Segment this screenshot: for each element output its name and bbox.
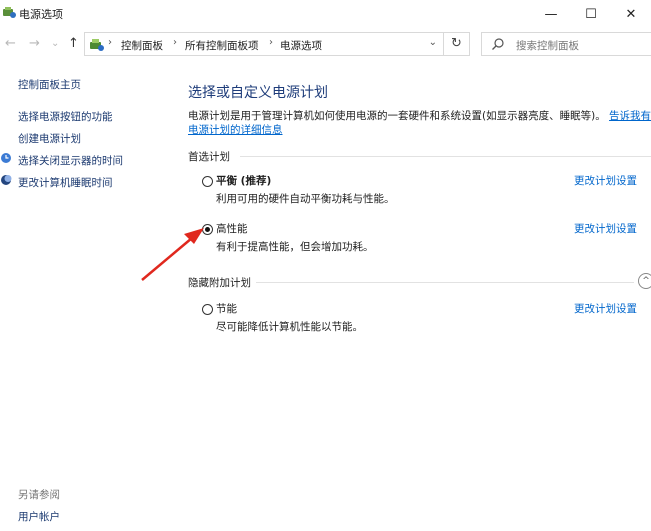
plan-desc-high-performance: 有利于提高性能，但会增加功耗。: [216, 241, 374, 253]
radio-balanced[interactable]: [202, 176, 213, 187]
breadcrumb-separator: ›: [173, 37, 177, 48]
control-panel-icon: [90, 39, 104, 51]
sleep-moon-icon: [1, 175, 12, 185]
address-dropdown-icon[interactable]: ⌄: [429, 37, 437, 48]
window-title: 电源选项: [19, 8, 63, 21]
preferred-plans-label: 首选计划: [188, 151, 230, 163]
title-bar: 电源选项 — ☐ ✕: [0, 0, 651, 28]
forward-button[interactable]: →: [29, 36, 40, 51]
up-button[interactable]: ↑: [68, 36, 79, 51]
page-title: 选择或自定义电源计划: [188, 85, 328, 101]
breadcrumb-separator: ›: [108, 37, 112, 48]
change-settings-balanced[interactable]: 更改计划设置: [574, 173, 637, 188]
page-description: 电源计划是用于管理计算机如何使用电源的一套硬件和系统设置(如显示器亮度、睡眠等)…: [188, 108, 651, 123]
search-box[interactable]: 搜索控制面板: [481, 32, 651, 56]
description-text: 电源计划是用于管理计算机如何使用电源的一套硬件和系统设置(如显示器亮度、睡眠等)…: [188, 110, 606, 122]
breadcrumb-power-options[interactable]: 电源选项: [280, 38, 322, 53]
plan-name-balanced[interactable]: 平衡 (推荐): [216, 173, 271, 188]
change-settings-power-saver[interactable]: 更改计划设置: [574, 301, 637, 316]
sidebar-item-home[interactable]: 控制面板主页: [18, 77, 81, 92]
sidebar-item-sleep-time[interactable]: 更改计算机睡眠时间: [18, 175, 113, 190]
main-content: 选择或自定义电源计划 电源计划是用于管理计算机如何使用电源的一套硬件和系统设置(…: [188, 70, 651, 530]
display-clock-icon: [1, 153, 11, 163]
see-also-label: 另请参阅: [18, 489, 60, 501]
tell-me-more-link[interactable]: 告诉我有关: [609, 110, 651, 122]
group-divider: [240, 156, 651, 157]
breadcrumb-separator: ›: [269, 37, 273, 48]
refresh-button[interactable]: ↻: [444, 32, 470, 56]
collapse-chevron-icon[interactable]: ^: [638, 273, 651, 289]
recent-locations-button[interactable]: ⌄: [51, 38, 59, 49]
radio-high-performance[interactable]: [202, 224, 213, 235]
power-plan-details-link[interactable]: 电源计划的详细信息: [188, 122, 283, 137]
sidebar-item-power-buttons[interactable]: 选择电源按钮的功能: [18, 109, 113, 124]
address-bar[interactable]: › 控制面板 › 所有控制面板项 › 电源选项 ⌄: [84, 32, 444, 56]
breadcrumb-control-panel[interactable]: 控制面板: [121, 38, 163, 53]
sidebar: 控制面板主页 选择电源按钮的功能 创建电源计划 选择关闭显示器的时间 更改计算机…: [0, 70, 175, 530]
maximize-button[interactable]: ☐: [571, 0, 611, 28]
plan-desc-power-saver: 尽可能降低计算机性能以节能。: [216, 321, 363, 333]
plan-desc-balanced: 利用可用的硬件自动平衡功耗与性能。: [216, 193, 395, 205]
close-button[interactable]: ✕: [611, 0, 651, 28]
sidebar-item-create-plan[interactable]: 创建电源计划: [18, 131, 81, 146]
user-accounts-link[interactable]: 用户帐户: [18, 509, 60, 524]
minimize-button[interactable]: —: [531, 0, 571, 28]
back-button[interactable]: ←: [5, 36, 16, 51]
plan-name-high-performance[interactable]: 高性能: [216, 221, 248, 236]
navigation-bar: ← → ⌄ ↑ › 控制面板 › 所有控制面板项 › 电源选项 ⌄ ↻ 搜索控制…: [0, 30, 651, 60]
search-placeholder: 搜索控制面板: [516, 40, 579, 52]
change-settings-high-performance[interactable]: 更改计划设置: [574, 221, 637, 236]
plan-name-power-saver[interactable]: 节能: [216, 301, 237, 316]
hide-additional-plans-label[interactable]: 隐藏附加计划: [188, 275, 251, 290]
sidebar-item-display-off[interactable]: 选择关闭显示器的时间: [18, 153, 123, 168]
power-options-icon: [3, 7, 16, 18]
radio-power-saver[interactable]: [202, 304, 213, 315]
breadcrumb-all-items[interactable]: 所有控制面板项: [185, 38, 259, 53]
group-divider: [256, 282, 634, 283]
search-icon: [492, 38, 504, 50]
